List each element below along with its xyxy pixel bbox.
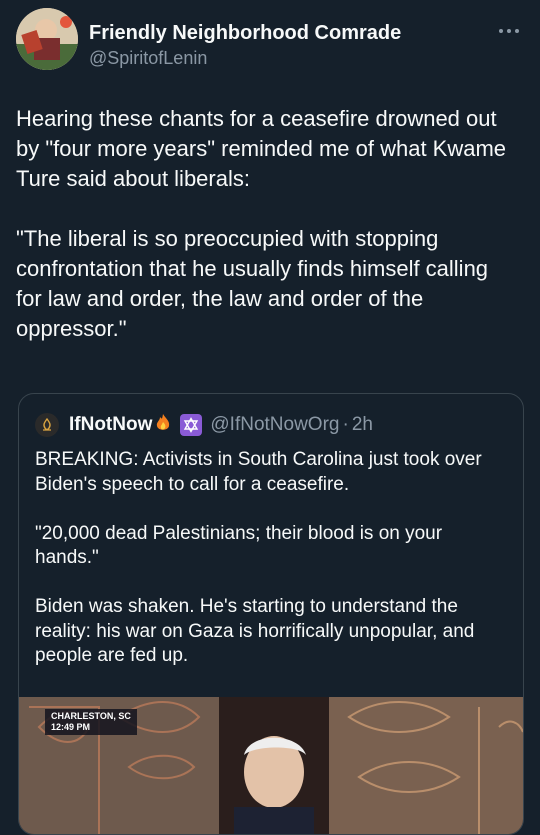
fire-icon xyxy=(154,413,172,438)
ifnotnow-logo-icon[interactable] xyxy=(35,413,59,437)
quoted-author-handle[interactable]: @IfNotNowOrg xyxy=(210,414,339,436)
author-handle[interactable]: @SpiritofLenin xyxy=(89,48,207,69)
separator-dot: · xyxy=(342,414,349,435)
tweet-text: Hearing these chants for a ceasefire dro… xyxy=(16,106,507,341)
quoted-tweet-header: IfNotNow @IfNotNowOrg · 2h xyxy=(35,412,373,438)
author-name[interactable]: Friendly Neighborhood Comrade xyxy=(89,22,401,45)
quoted-tweet[interactable]: IfNotNow @IfNotNowOrg · 2h BREAKING: Act… xyxy=(18,393,524,835)
chyron-time: 12:49 PM xyxy=(51,722,91,732)
tweet-header: Friendly Neighborhood Comrade @SpiritofL… xyxy=(16,8,524,72)
quoted-author-name[interactable]: IfNotNow xyxy=(69,414,152,436)
video-chyron: CHARLESTON, SC 12:49 PM xyxy=(45,709,137,735)
avatar[interactable] xyxy=(16,8,78,70)
quoted-tweet-video[interactable]: CHARLESTON, SC 12:49 PM xyxy=(19,697,523,834)
more-horizontal-icon[interactable] xyxy=(498,22,520,40)
quoted-tweet-text: BREAKING: Activists in South Carolina ju… xyxy=(35,449,482,666)
quoted-timestamp[interactable]: 2h xyxy=(352,414,373,436)
chyron-location: CHARLESTON, SC xyxy=(51,711,131,721)
star-of-david-icon xyxy=(180,414,203,436)
